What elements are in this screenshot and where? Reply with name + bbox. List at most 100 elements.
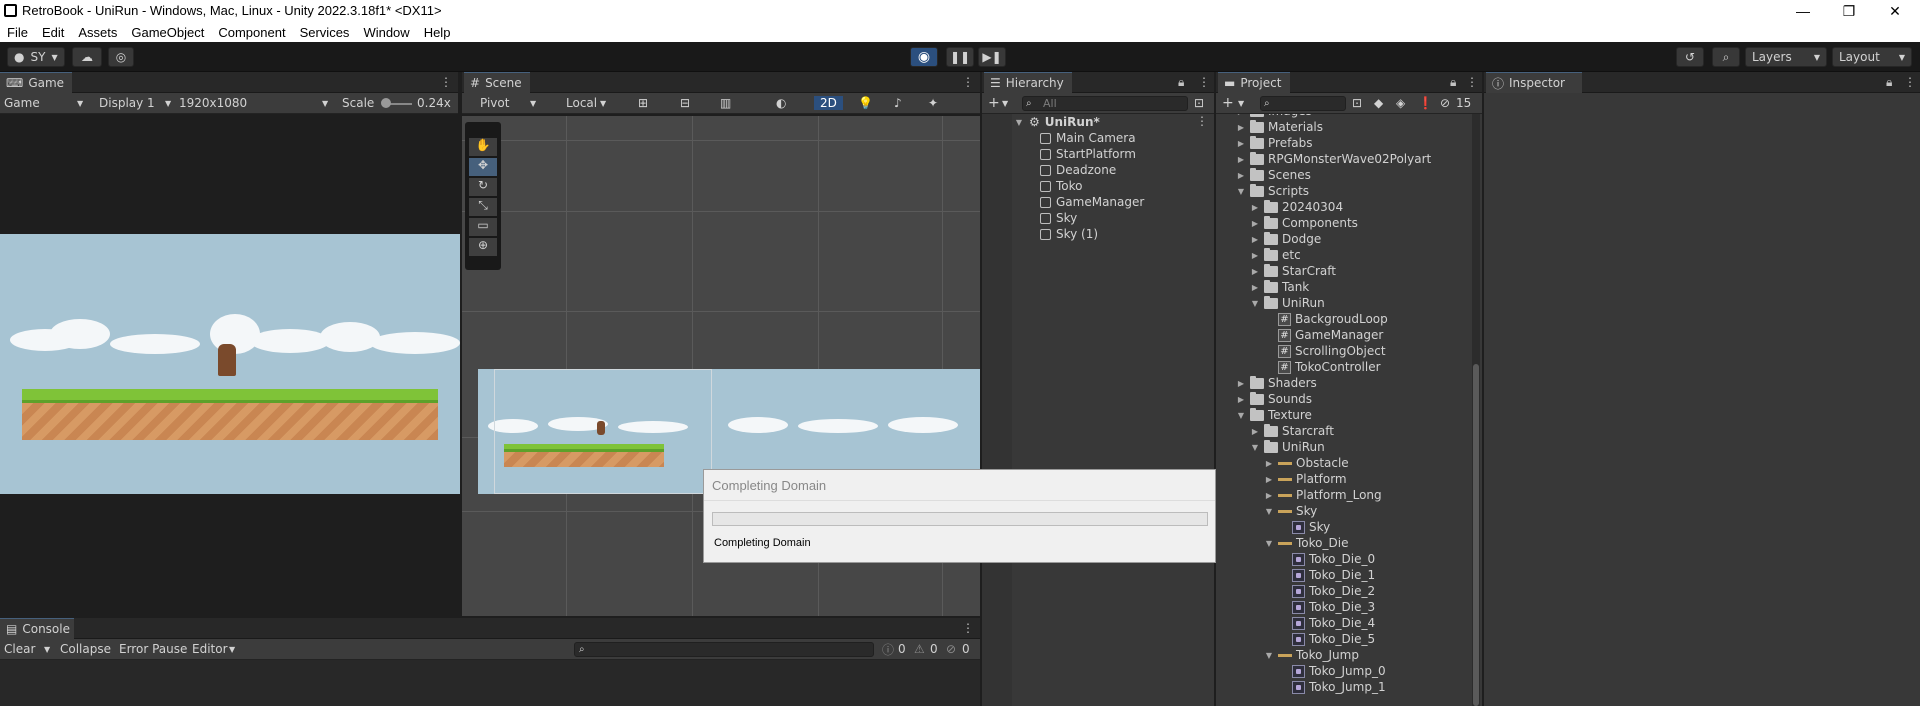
menu-services[interactable]: Services — [293, 25, 357, 40]
step-button[interactable]: ▶❚ — [978, 47, 1006, 67]
project-item[interactable]: ▼ Sky — [1264, 503, 1317, 519]
layout-dropdown[interactable]: Layout ▼ — [1832, 47, 1912, 67]
layers-dropdown[interactable]: Layers ▼ — [1745, 47, 1827, 67]
lighting-icon[interactable]: 💡 — [858, 96, 873, 110]
project-item[interactable]: ▶ Platform — [1264, 471, 1347, 487]
project-search-input[interactable] — [1260, 96, 1346, 111]
hierarchy-item[interactable]: StartPlatform — [1040, 146, 1136, 162]
maximize-button[interactable]: ❐ — [1826, 0, 1872, 22]
display-dropdown[interactable]: Display 1 — [99, 96, 155, 110]
collapse-arrow-icon[interactable]: ▼ — [1236, 187, 1246, 196]
add-icon[interactable]: + — [1222, 95, 1234, 111]
menu-file[interactable]: File — [0, 25, 35, 40]
cloud-button[interactable]: ☁ — [72, 47, 102, 67]
expand-arrow-icon[interactable]: ▶ — [1250, 203, 1260, 212]
tab-project[interactable]: ▬ Project — [1218, 72, 1290, 93]
expand-arrow-icon[interactable]: ▶ — [1250, 283, 1260, 292]
menu-edit[interactable]: Edit — [35, 25, 71, 40]
rect-tool-icon[interactable]: ▭ — [469, 218, 497, 236]
audio-icon[interactable]: ♪ — [894, 96, 902, 110]
mode-2d-toggle[interactable]: 2D — [814, 96, 843, 110]
game-mode-dropdown[interactable]: Game — [4, 96, 40, 110]
add-icon[interactable]: + — [988, 95, 1000, 111]
expand-arrow-icon[interactable]: ▶ — [1250, 427, 1260, 436]
history-button[interactable]: ↺ — [1676, 47, 1704, 67]
expand-arrow-icon[interactable]: ▶ — [1250, 235, 1260, 244]
error-pause-button[interactable]: Error Pause — [119, 642, 187, 656]
play-button[interactable]: ◉ — [910, 47, 938, 67]
tab-console[interactable]: ▤ Console — [0, 618, 74, 639]
scene-kebab-icon[interactable]: ⋮ — [962, 75, 974, 89]
project-item[interactable]: Toko_Die_4 — [1278, 615, 1375, 631]
scale-tool-icon[interactable]: ⤡ — [469, 198, 497, 216]
hierarchy-item[interactable]: Sky (1) — [1040, 226, 1098, 242]
hierarchy-root[interactable]: ▼ ⚙ UniRun* — [1014, 114, 1100, 130]
shading-icon[interactable]: ◐ — [776, 96, 786, 110]
pause-button[interactable]: ❚❚ — [946, 47, 974, 67]
hierarchy-item[interactable]: Deadzone — [1040, 162, 1116, 178]
move-tool-icon[interactable]: ✥ — [469, 158, 497, 176]
collapse-arrow-icon[interactable]: ▼ — [1264, 539, 1274, 548]
project-item[interactable]: Sky — [1278, 519, 1330, 535]
project-kebab-icon[interactable]: ⋮ — [1466, 75, 1478, 89]
project-item[interactable]: Toko_Jump_1 — [1278, 679, 1386, 695]
hand-tool-icon[interactable]: ✋ — [469, 138, 497, 156]
project-item[interactable]: Toko_Die_0 — [1278, 551, 1375, 567]
tab-inspector[interactable]: ⓘ Inspector — [1486, 72, 1582, 93]
project-item[interactable]: # GameManager — [1264, 327, 1383, 343]
local-dropdown[interactable]: Local — [566, 96, 597, 110]
search-button[interactable]: ⌕ — [1712, 47, 1740, 67]
search-options-icon[interactable]: ⊡ — [1194, 96, 1204, 110]
project-item[interactable]: ▼ UniRun — [1250, 295, 1325, 311]
account-button[interactable]: ● SY ▼ — [7, 47, 65, 67]
grid-snap-icon[interactable]: ⊟ — [680, 96, 690, 110]
expand-arrow-icon[interactable]: ▶ — [1236, 123, 1246, 132]
collapse-arrow-icon[interactable]: ▼ — [1236, 411, 1246, 420]
project-item[interactable]: ▶ Scenes — [1236, 167, 1311, 183]
minimize-button[interactable]: — — [1780, 0, 1826, 22]
menu-gameobject[interactable]: GameObject — [124, 25, 211, 40]
menu-window[interactable]: Window — [356, 25, 416, 40]
expand-arrow-icon[interactable]: ▶ — [1250, 251, 1260, 260]
expand-arrow-icon[interactable]: ▶ — [1236, 155, 1246, 164]
menu-component[interactable]: Component — [211, 25, 292, 40]
hierarchy-kebab-icon[interactable]: ⋮ — [1198, 75, 1210, 89]
project-item[interactable]: ▼ Texture — [1236, 407, 1312, 423]
project-item[interactable]: Toko_Die_2 — [1278, 583, 1375, 599]
project-item[interactable]: ▶ RPGMonsterWave02Polyart — [1236, 151, 1431, 167]
collapse-arrow-icon[interactable]: ▼ — [1250, 443, 1260, 452]
inspector-kebab-icon[interactable]: ⋮ — [1904, 75, 1916, 89]
expand-arrow-icon[interactable]: ▶ — [1250, 219, 1260, 228]
collapse-arrow-icon[interactable]: ▼ — [1264, 507, 1274, 516]
transform-tool-icon[interactable]: ⊕ — [469, 238, 497, 256]
scene-kebab-icon[interactable]: ⋮ — [1196, 114, 1208, 128]
log-icon[interactable]: ⓘ — [882, 641, 894, 658]
menu-help[interactable]: Help — [417, 25, 458, 40]
collab-button[interactable]: ◎ — [108, 47, 134, 67]
project-item[interactable]: ▶ Materials — [1236, 119, 1323, 135]
project-item[interactable]: ▶ Platform_Long — [1264, 487, 1382, 503]
tab-hierarchy[interactable]: ☰ Hierarchy — [984, 72, 1072, 93]
increment-icon[interactable]: ▥ — [720, 96, 731, 110]
project-scrollbar-thumb[interactable] — [1473, 364, 1479, 706]
collapse-button[interactable]: Collapse — [60, 642, 111, 656]
menu-assets[interactable]: Assets — [71, 25, 124, 40]
error-icon[interactable]: ⊘ — [946, 642, 956, 656]
project-item[interactable]: # TokoController — [1264, 359, 1381, 375]
effects-icon[interactable]: ✦ — [928, 96, 938, 110]
project-item[interactable]: ▶ Shaders — [1236, 375, 1317, 391]
warning-icon[interactable]: ⚠ — [914, 642, 925, 656]
console-kebab-icon[interactable]: ⋮ — [962, 621, 974, 635]
clear-button[interactable]: Clear — [4, 642, 35, 656]
expand-arrow-icon[interactable]: ▶ — [1236, 139, 1246, 148]
close-button[interactable]: ✕ — [1872, 0, 1918, 22]
project-item[interactable]: ▶ etc — [1250, 247, 1301, 263]
search-by-type-icon[interactable]: ⊡ — [1352, 96, 1362, 110]
console-search-input[interactable] — [574, 642, 874, 657]
project-item[interactable]: ▶ Prefabs — [1236, 135, 1313, 151]
game-kebab-icon[interactable]: ⋮ — [440, 75, 452, 89]
project-item[interactable]: # BackgroudLoop — [1264, 311, 1388, 327]
expand-arrow-icon[interactable]: ▶ — [1236, 379, 1246, 388]
expand-arrow-icon[interactable]: ▶ — [1236, 171, 1246, 180]
project-item[interactable]: ▶ Sounds — [1236, 391, 1312, 407]
